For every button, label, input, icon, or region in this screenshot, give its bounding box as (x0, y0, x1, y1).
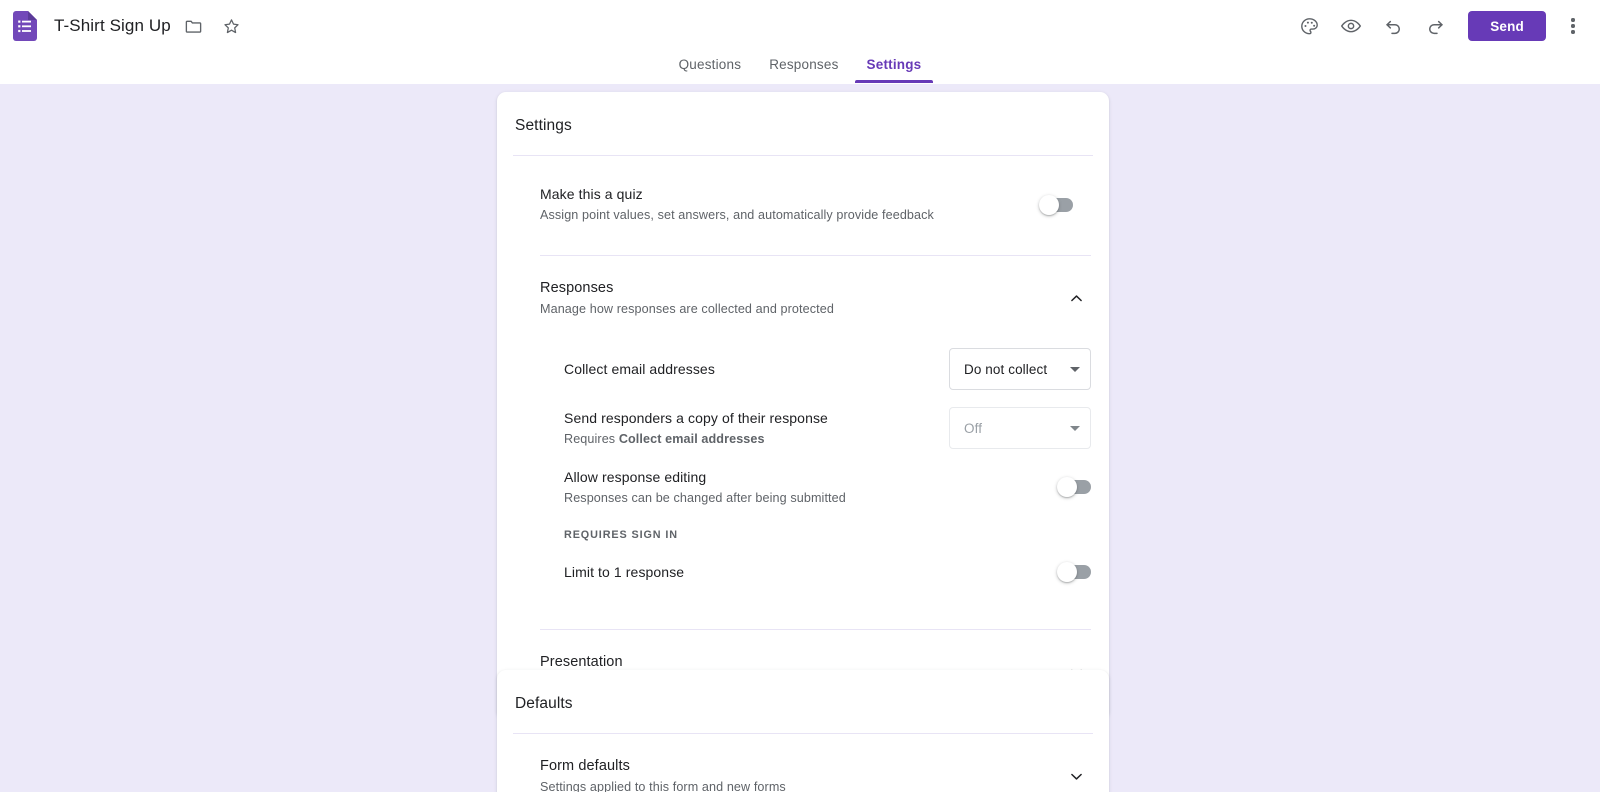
chevron-down-icon[interactable] (1065, 766, 1087, 788)
presentation-section-title: Presentation (540, 654, 623, 670)
send-copy-subtitle: Requires Collect email addresses (564, 430, 935, 449)
responses-section-header[interactable]: Responses Manage how responses are colle… (497, 256, 1109, 341)
header-toolbar: T-Shirt Sign Up Send (0, 0, 1600, 52)
make-quiz-row: Make this a quiz Assign point values, se… (497, 156, 1109, 255)
limit-one-response-title: Limit to 1 response (564, 564, 685, 580)
collect-email-text: Collect email addresses (564, 359, 949, 379)
form-defaults-title: Form defaults (540, 758, 630, 774)
responses-section-subtitle: Manage how responses are collected and p… (540, 302, 834, 316)
send-copy-text: Send responders a copy of their response… (564, 408, 949, 449)
tab-questions[interactable]: Questions (665, 52, 756, 83)
collect-email-dropdown[interactable]: Do not collect (949, 348, 1091, 390)
send-copy-sub-prefix: Requires (564, 431, 619, 446)
limit-one-response-toggle[interactable] (1057, 562, 1091, 582)
settings-content: Settings Make this a quiz Assign point v… (0, 84, 1600, 792)
collect-email-row: Collect email addresses Do not collect (497, 341, 1109, 397)
send-copy-row: Send responders a copy of their response… (497, 397, 1109, 459)
chevron-up-icon[interactable] (1065, 288, 1087, 310)
more-vert-icon[interactable] (1556, 9, 1590, 43)
tab-responses[interactable]: Responses (755, 52, 852, 83)
send-copy-title: Send responders a copy of their response (564, 409, 828, 426)
make-quiz-control (1039, 194, 1073, 215)
defaults-card: Defaults Form defaults Settings applied … (497, 670, 1109, 792)
send-button[interactable]: Send (1468, 11, 1546, 41)
toggle-thumb (1039, 194, 1059, 215)
folder-icon[interactable] (179, 11, 209, 41)
send-copy-sub-bold: Collect email addresses (618, 431, 765, 446)
document-title[interactable]: T-Shirt Sign Up (54, 16, 171, 36)
responses-section-title: Responses (540, 280, 614, 296)
form-defaults-section-header[interactable]: Form defaults Settings applied to this f… (497, 734, 1109, 792)
form-defaults-subtitle: Settings applied to this form and new fo… (540, 780, 786, 792)
defaults-card-title: Defaults (515, 695, 573, 712)
settings-card-title: Settings (515, 117, 572, 134)
tab-settings[interactable]: Settings (853, 52, 936, 83)
star-outline-icon[interactable] (217, 11, 247, 41)
form-defaults-text: Form defaults Settings applied to this f… (540, 756, 1055, 792)
chevron-down-icon (1070, 425, 1080, 431)
toggle-thumb (1057, 562, 1077, 582)
eye-preview-icon[interactable] (1332, 7, 1370, 45)
limit-one-response-control (949, 562, 1091, 582)
undo-icon[interactable] (1374, 7, 1412, 45)
make-quiz-title: Make this a quiz (540, 186, 643, 202)
allow-editing-subtitle: Responses can be changed after being sub… (564, 490, 846, 505)
toggle-thumb (1057, 477, 1077, 497)
chevron-down-icon (1070, 366, 1080, 372)
responses-section-text: Responses Manage how responses are colle… (540, 278, 1055, 319)
redo-icon[interactable] (1416, 7, 1454, 45)
make-quiz-subtitle: Assign point values, set answers, and au… (540, 208, 934, 222)
send-copy-dropdown: Off (949, 407, 1091, 449)
app-header: T-Shirt Sign Up Send Questions Responses… (0, 0, 1600, 84)
make-quiz-toggle[interactable] (1039, 194, 1073, 215)
limit-one-response-row: Limit to 1 response (497, 547, 1109, 597)
requires-sign-in-label: REQUIRES SIGN IN (564, 529, 678, 541)
editor-tabs: Questions Responses Settings (0, 52, 1600, 84)
make-quiz-text: Make this a quiz Assign point values, se… (540, 184, 1039, 225)
collect-email-title: Collect email addresses (564, 361, 715, 377)
allow-editing-row: Allow response editing Responses can be … (497, 459, 1109, 515)
allow-editing-title: Allow response editing (564, 468, 707, 485)
limit-one-response-text: Limit to 1 response (564, 562, 949, 582)
allow-editing-text: Allow response editing Responses can be … (564, 467, 949, 508)
google-forms-icon[interactable] (8, 9, 42, 43)
allow-editing-control (949, 477, 1091, 497)
allow-editing-toggle[interactable] (1057, 477, 1091, 497)
collect-email-value: Do not collect (964, 361, 1048, 377)
palette-icon[interactable] (1290, 7, 1328, 45)
settings-card: Settings Make this a quiz Assign point v… (497, 92, 1109, 719)
send-copy-value: Off (964, 420, 983, 436)
